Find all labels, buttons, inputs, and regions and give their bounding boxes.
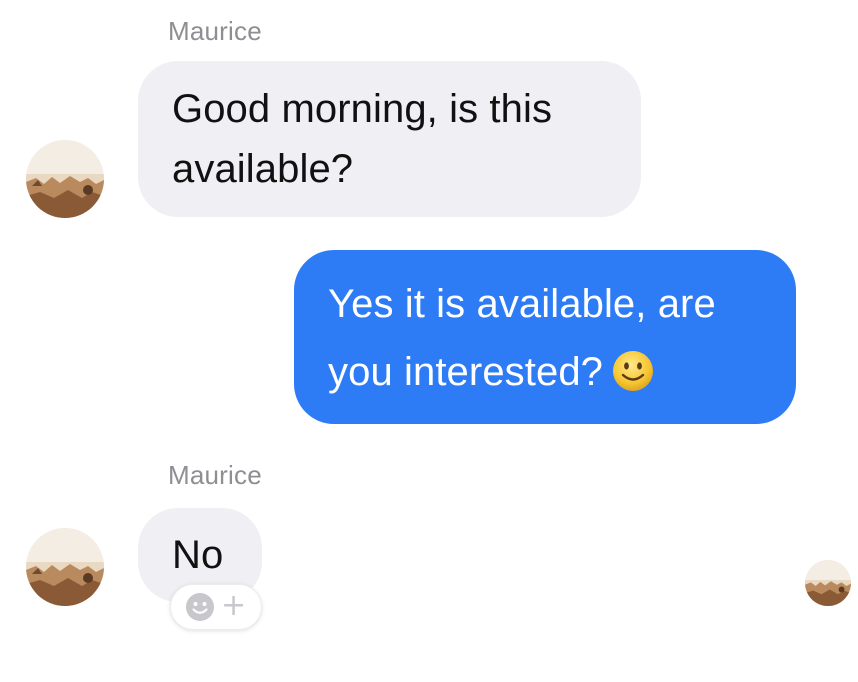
message-text: you interested? [328, 350, 604, 394]
read-receipt-avatar [805, 560, 851, 606]
contact-avatar[interactable] [26, 140, 104, 218]
slightly-smiling-face-icon [613, 351, 654, 392]
avatar-photo-icon [805, 560, 851, 606]
outgoing-message-bubble[interactable]: Yes it is available, are you interested? [294, 250, 796, 424]
avatar-photo-icon [26, 528, 104, 606]
message-text-line: No [172, 533, 224, 577]
plus-icon: + [221, 588, 247, 623]
avatar-photo-icon [26, 140, 104, 218]
incoming-message-bubble[interactable]: Good morning, is this available? [138, 61, 641, 217]
smiley-face-icon [186, 593, 214, 621]
message-text-line: Yes it is available, are [328, 282, 716, 326]
message-text-line: you interested? [328, 338, 796, 406]
message-text-line: Good morning, is this [172, 87, 553, 131]
contact-avatar[interactable] [26, 528, 104, 606]
sender-name: Maurice [168, 460, 262, 490]
add-reaction-button[interactable]: + [170, 584, 262, 630]
sender-name: Maurice [168, 16, 262, 46]
message-text-line: available? [172, 147, 354, 191]
